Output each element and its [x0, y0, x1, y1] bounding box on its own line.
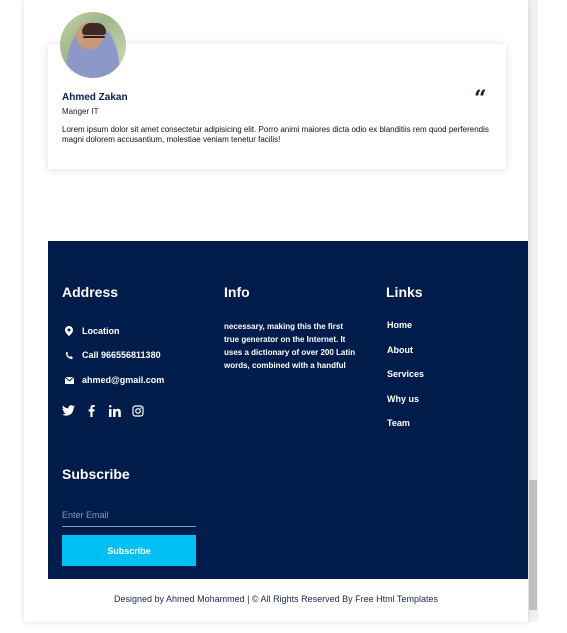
- testimonial-name: Ahmed Zakan: [62, 92, 128, 103]
- links-title: Links: [386, 284, 423, 300]
- info-text: necessary, making this the first true ge…: [224, 322, 356, 370]
- testimonial-text: Lorem ipsum dolor sit amet consectetur a…: [62, 125, 489, 144]
- location-pin-icon: [64, 326, 74, 336]
- address-phone[interactable]: Call 966556811380: [64, 350, 161, 360]
- footer-link-home[interactable]: Home: [387, 320, 412, 330]
- envelope-icon: [64, 376, 74, 384]
- footer: Address Location Call 966556811380 ahmed…: [48, 241, 528, 579]
- social-links: [62, 404, 144, 417]
- location-text: Location: [82, 326, 120, 336]
- footer-link-team[interactable]: Team: [387, 418, 410, 428]
- page-frame: Ahmed Zakan Manger IT “ Lorem ipsum dolo…: [24, 0, 528, 622]
- footer-link-why-us[interactable]: Why us: [387, 394, 419, 404]
- avatar: [60, 12, 126, 78]
- phone-icon: [64, 350, 74, 360]
- phone-text: Call 966556811380: [82, 350, 161, 360]
- linkedin-icon[interactable]: [108, 404, 121, 417]
- address-location: Location: [64, 326, 120, 336]
- info-title: Info: [224, 284, 250, 300]
- footer-link-about[interactable]: About: [387, 345, 413, 355]
- instagram-icon[interactable]: [131, 404, 144, 417]
- email-field[interactable]: [62, 504, 196, 527]
- address-title: Address: [62, 284, 119, 300]
- footer-link-services[interactable]: Services: [387, 369, 424, 379]
- quote-icon: “: [474, 86, 487, 112]
- email-text: ahmed@gmail.com: [82, 375, 165, 385]
- address-email[interactable]: ahmed@gmail.com: [64, 375, 164, 385]
- subscribe-button[interactable]: Subscribe: [62, 535, 196, 566]
- testimonial-role: Manger IT: [62, 107, 99, 116]
- copyright-text: Designed by Ahmed Mohammed | © All Right…: [114, 594, 438, 604]
- facebook-icon[interactable]: [85, 404, 98, 417]
- subscribe-title: Subscribe: [62, 466, 130, 482]
- scrollbar-thumb[interactable]: [529, 480, 537, 610]
- twitter-icon[interactable]: [62, 404, 75, 417]
